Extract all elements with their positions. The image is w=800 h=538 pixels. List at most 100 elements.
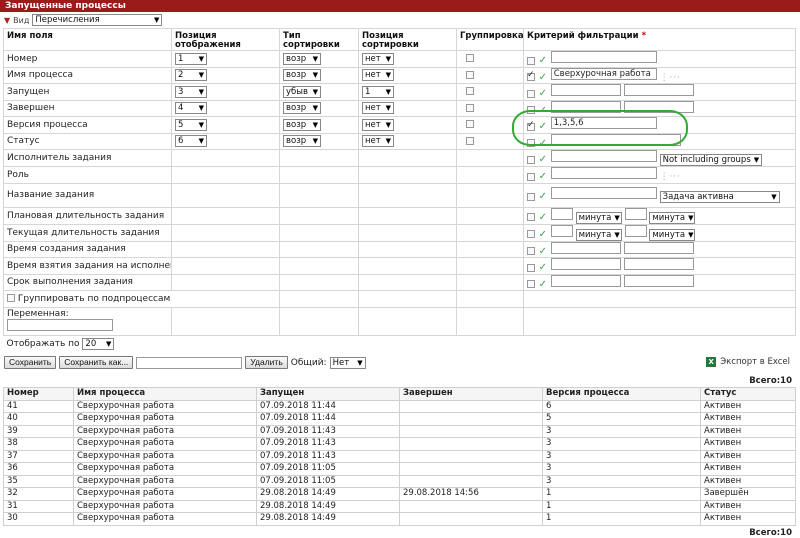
filter-input[interactable]: [550, 187, 657, 199]
sort-type-select[interactable]: возр ▼: [283, 135, 321, 148]
group-checkbox[interactable]: [466, 54, 474, 63]
position-select[interactable]: 4 ▼: [175, 102, 207, 115]
unit-select[interactable]: минута ▼: [649, 211, 696, 223]
collapse-triangle-icon[interactable]: ▼: [4, 16, 10, 25]
filter-enable-checkbox[interactable]: [527, 230, 535, 238]
save-name-input[interactable]: [136, 356, 243, 369]
filter-from-input[interactable]: [550, 241, 621, 254]
results-column-header[interactable]: Запущен: [256, 387, 400, 401]
filter-to-input[interactable]: [623, 100, 694, 113]
field-name: Имя процесса: [3, 66, 172, 84]
filter-enable-checkbox[interactable]: [527, 280, 535, 289]
position-select[interactable]: 5 ▼: [175, 118, 207, 131]
results-column-header[interactable]: Имя процесса: [73, 387, 257, 401]
duration-to-input[interactable]: [624, 208, 647, 220]
filter-to-input[interactable]: [623, 258, 694, 271]
field-row: Версия процесса5▼ возр▼ нет▼ ✓ 1,3,5,6: [3, 116, 796, 134]
sort-type-select[interactable]: возр ▼: [283, 102, 321, 115]
duration-to-input[interactable]: [624, 225, 647, 237]
duration-from-input[interactable]: [550, 208, 573, 220]
position-select[interactable]: 2 ▼: [175, 69, 207, 82]
table-row[interactable]: 31 Сверхурочная работа 29.08.2018 14:49 1 Ак…: [3, 499, 796, 513]
position-select[interactable]: 1 ▼: [175, 52, 207, 65]
sort-type-select[interactable]: убыв ▼: [283, 85, 321, 98]
executor-option-select[interactable]: Not including groups ▼: [659, 154, 762, 166]
group-checkbox[interactable]: [466, 103, 474, 112]
filter-from-input[interactable]: [550, 84, 621, 97]
table-row[interactable]: 32 Сверхурочная работа 29.08.2018 14:49 29.…: [3, 487, 796, 501]
filter-from-input[interactable]: [550, 258, 621, 271]
group-subprocess-checkbox[interactable]: [7, 294, 15, 303]
filter-enable-checkbox[interactable]: [527, 89, 535, 98]
filter-enable-checkbox[interactable]: [527, 155, 535, 164]
filter-enable-checkbox[interactable]: [527, 70, 535, 82]
filter-enable-checkbox[interactable]: [527, 263, 535, 272]
filter-from-input[interactable]: [550, 100, 621, 113]
filter-enable-checkbox[interactable]: [527, 56, 535, 65]
sort-type-select[interactable]: возр ▼: [283, 69, 321, 82]
results-column-header[interactable]: Номер: [3, 387, 74, 401]
filter-input[interactable]: Сверхурочная работа: [550, 67, 657, 80]
variable-input[interactable]: [7, 318, 113, 331]
save-button[interactable]: Сохранить: [4, 356, 57, 369]
group-checkbox[interactable]: [466, 70, 474, 79]
table-cell: 41: [3, 399, 74, 413]
group-checkbox[interactable]: [466, 136, 474, 145]
sort-type-select[interactable]: возр ▼: [283, 52, 321, 65]
filter-enable-checkbox[interactable]: [527, 120, 535, 131]
filter-input[interactable]: 1,3,5,6: [550, 117, 657, 130]
table-row[interactable]: 36 Сверхурочная работа 07.09.2018 11:05 3 Ак…: [3, 462, 796, 476]
filter-input[interactable]: [550, 167, 657, 180]
filter-from-input[interactable]: [550, 274, 621, 287]
sort-position-select[interactable]: нет ▼: [362, 102, 394, 115]
display-per-select[interactable]: 20 ▼: [82, 337, 115, 350]
table-row[interactable]: 39 Сверхурочная работа 07.09.2018 11:43 3 Ак…: [3, 424, 796, 438]
table-row[interactable]: 41 Сверхурочная работа 07.09.2018 11:44 6 Ак…: [3, 399, 796, 413]
sort-position-select[interactable]: 1 ▼: [362, 85, 394, 98]
group-checkbox[interactable]: [466, 120, 474, 129]
table-row[interactable]: 38 Сверхурочная работа 07.09.2018 11:43 3 Ак…: [3, 437, 796, 451]
export-excel-link[interactable]: X Экспорт в Excel: [706, 357, 790, 367]
position-select[interactable]: 6 ▼: [175, 135, 207, 148]
task-status-select[interactable]: Задача активна ▼: [659, 191, 780, 203]
table-row[interactable]: 35 Сверхурочная работа 07.09.2018 11:05 3 Ак…: [3, 474, 796, 488]
table-cell: Сверхурочная работа: [73, 437, 257, 451]
results-column-header[interactable]: Статус: [700, 387, 796, 401]
unit-select[interactable]: минута ▼: [575, 211, 622, 223]
results-column-header[interactable]: Версия процесса: [542, 387, 701, 401]
more-icon[interactable]: ⋮ · · ·: [660, 172, 680, 182]
unit-select[interactable]: минута ▼: [649, 228, 696, 240]
sort-position-select[interactable]: нет ▼: [362, 118, 394, 131]
delete-button[interactable]: Удалить: [245, 356, 288, 369]
group-checkbox[interactable]: [466, 87, 474, 96]
field-name: Плановая длительность задания: [3, 206, 172, 225]
unit-select[interactable]: минута ▼: [575, 228, 622, 240]
filter-to-input[interactable]: [623, 241, 694, 254]
sort-position-select[interactable]: нет ▼: [362, 135, 394, 148]
position-select[interactable]: 3 ▼: [175, 85, 207, 98]
filter-enable-checkbox[interactable]: [527, 106, 535, 115]
filter-enable-checkbox[interactable]: [527, 139, 535, 148]
filter-enable-checkbox[interactable]: [527, 192, 535, 201]
filter-to-input[interactable]: [623, 84, 694, 97]
filter-input[interactable]: [550, 133, 681, 146]
filter-input[interactable]: [550, 51, 657, 64]
duration-from-input[interactable]: [550, 225, 573, 237]
header-filter: Критерий фильтрации *: [523, 28, 796, 51]
table-row[interactable]: 30 Сверхурочная работа 29.08.2018 14:49 1 Ак…: [3, 512, 796, 526]
shared-select[interactable]: Нет ▼: [329, 356, 366, 369]
filter-enable-checkbox[interactable]: [527, 213, 535, 221]
filter-enable-checkbox[interactable]: [527, 172, 535, 181]
more-icon[interactable]: ⋮ · · ·: [660, 73, 680, 83]
filter-input[interactable]: [550, 150, 657, 162]
save-as-button[interactable]: Сохранить как...: [59, 356, 134, 369]
table-row[interactable]: 37 Сверхурочная работа 07.09.2018 11:43 3 Ак…: [3, 449, 796, 463]
table-row[interactable]: 40 Сверхурочная работа 07.09.2018 11:44 5 Ак…: [3, 412, 796, 426]
sort-position-select[interactable]: нет ▼: [362, 69, 394, 82]
sort-position-select[interactable]: нет ▼: [362, 52, 394, 65]
sort-type-select[interactable]: возр ▼: [283, 118, 321, 131]
filter-to-input[interactable]: [623, 274, 694, 287]
results-column-header[interactable]: Завершен: [399, 387, 543, 401]
view-select[interactable]: Перечисления ▼: [32, 14, 163, 26]
filter-enable-checkbox[interactable]: [527, 247, 535, 256]
